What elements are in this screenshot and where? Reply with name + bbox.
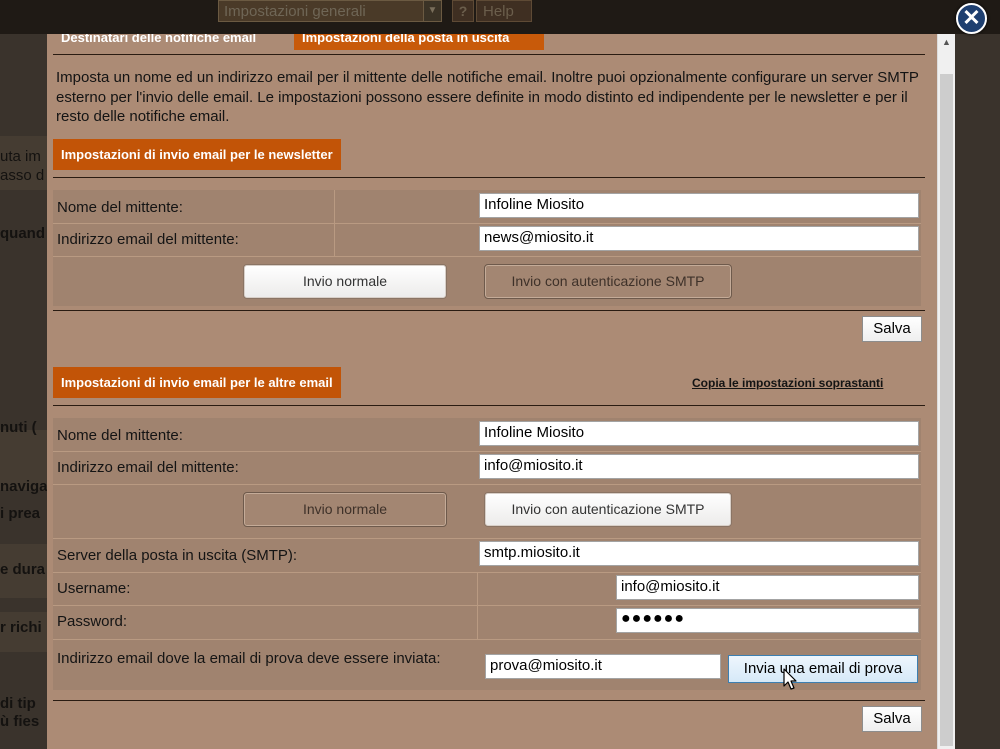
other-form: Nome del mittente: Infoline Miosito Indi…	[53, 418, 921, 690]
background-text: naviga	[0, 478, 48, 495]
column-divider	[334, 190, 335, 256]
divider	[53, 54, 925, 55]
background-text: e dura	[0, 561, 46, 578]
newsletter-normal-send-button[interactable]: Invio normale	[243, 264, 447, 299]
other-sender-name-label: Nome del mittente:	[57, 427, 183, 444]
other-normal-send-button[interactable]: Invio normale	[243, 492, 447, 527]
section-select[interactable]: Impostazioni generali ▼	[218, 0, 442, 22]
column-divider	[477, 572, 478, 639]
tab-recipients[interactable]: Destinatari delle notifiche email	[53, 34, 293, 50]
newsletter-form: Nome del mittente: Infoline Miosito Indi…	[53, 190, 921, 306]
smtp-server-label: Server della posta in uscita (SMTP):	[57, 547, 298, 564]
copy-settings-link[interactable]: Copia le impostazioni soprastanti	[692, 376, 883, 390]
scroll-thumb[interactable]	[940, 74, 953, 746]
row-divider	[53, 223, 921, 224]
row-divider	[53, 538, 921, 539]
row-divider	[53, 256, 921, 257]
newsletter-sender-name-label: Nome del mittente:	[57, 199, 183, 216]
background-text: asso d	[0, 167, 45, 184]
newsletter-section-header: Impostazioni di invio email per le newsl…	[53, 139, 341, 170]
settings-modal: Destinatari delle notifiche email Impost…	[47, 34, 955, 749]
row-divider	[53, 639, 921, 640]
row-divider	[53, 605, 921, 606]
modal-content: Destinatari delle notifiche email Impost…	[47, 34, 937, 749]
row-divider	[53, 484, 921, 485]
newsletter-sender-email-input[interactable]: news@miosito.it	[479, 226, 919, 251]
mouse-pointer-icon	[783, 668, 797, 690]
background-text: ù fies	[0, 713, 40, 730]
username-label: Username:	[57, 580, 131, 597]
other-sender-email-input[interactable]: info@miosito.it	[479, 454, 919, 479]
intro-text: Imposta un nome ed un indirizzo email pe…	[56, 69, 919, 125]
background-text: r richi	[0, 619, 42, 636]
other-section-header: Impostazioni di invio email per le altre…	[53, 367, 341, 398]
help-button[interactable]: Help	[476, 0, 532, 22]
background-text: nuti (	[0, 419, 37, 436]
background-text: di tip	[0, 695, 36, 712]
scrollbar[interactable]: ▲	[937, 34, 955, 749]
other-save-button[interactable]: Salva	[862, 706, 922, 732]
send-test-email-button[interactable]: Invia una email di prova	[728, 655, 918, 683]
username-input[interactable]: info@miosito.it	[616, 575, 919, 600]
section-select-value: Impostazioni generali	[224, 3, 366, 20]
close-icon[interactable]: ✕	[956, 3, 987, 34]
password-input[interactable]: ●●●●●●	[616, 608, 919, 633]
divider	[53, 405, 925, 406]
scroll-up-icon[interactable]: ▲	[938, 34, 955, 51]
row-divider	[53, 572, 921, 573]
chevron-down-icon: ▼	[423, 1, 441, 21]
tab-outgoing-mail[interactable]: Impostazioni della posta in uscita	[294, 34, 544, 50]
other-smtp-send-button[interactable]: Invio con autenticazione SMTP	[484, 492, 732, 527]
background-topbar: Impostazioni generali ▼ ? Help	[0, 0, 1000, 34]
smtp-server-input[interactable]: smtp.miosito.it	[479, 541, 919, 566]
newsletter-sender-name-input[interactable]: Infoline Miosito	[479, 193, 919, 218]
divider	[53, 310, 925, 311]
row-divider	[53, 451, 921, 452]
background-text: quand	[0, 225, 45, 242]
test-email-label: Indirizzo email dove la email di prova d…	[57, 650, 441, 667]
divider	[53, 177, 925, 178]
newsletter-sender-email-label: Indirizzo email del mittente:	[57, 231, 239, 248]
other-sender-email-label: Indirizzo email del mittente:	[57, 459, 239, 476]
newsletter-smtp-send-button[interactable]: Invio con autenticazione SMTP	[484, 264, 732, 299]
help-icon[interactable]: ?	[452, 0, 474, 22]
password-label: Password:	[57, 613, 128, 630]
background-text: uta im	[0, 148, 41, 165]
other-sender-name-input[interactable]: Infoline Miosito	[479, 421, 919, 446]
newsletter-save-button[interactable]: Salva	[862, 316, 922, 342]
test-email-input[interactable]: prova@miosito.it	[485, 654, 721, 679]
divider	[53, 700, 925, 701]
background-text: i prea	[0, 505, 41, 522]
